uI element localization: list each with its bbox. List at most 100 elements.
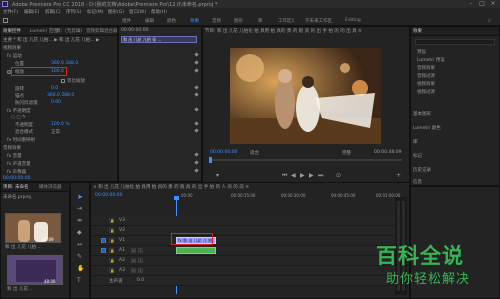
export-frame-icon[interactable]: ⊙ — [336, 172, 341, 179]
clip-selector[interactable]: 主要 * 和 出 儿花 儿拍... ▶ 和 出 儿花 儿拍... ▶ — [3, 37, 100, 43]
mute-button[interactable]: M — [131, 248, 136, 253]
antiflicker-value[interactable]: 0.00 — [51, 100, 61, 105]
workspace-tab-audio[interactable]: 音频 — [212, 18, 221, 24]
reset-icon[interactable] — [194, 107, 199, 112]
reset-icon[interactable] — [194, 52, 199, 57]
project-thumbnail-1[interactable]: 48:09 — [5, 213, 61, 243]
tab-effect-controls[interactable]: 效果控件 — [3, 28, 21, 34]
step-back-icon[interactable]: ⏮ — [282, 172, 287, 180]
effects-search-input[interactable] — [415, 39, 495, 45]
reset-icon[interactable] — [194, 60, 199, 65]
panel-lumetri-color[interactable]: Lumetri 颜色 — [413, 125, 441, 131]
menu-clip[interactable]: 剪辑(C) — [45, 9, 61, 15]
tab-project[interactable]: 项目: 未命名 — [3, 184, 28, 190]
panel-markers[interactable]: 标记 — [413, 153, 422, 159]
project-thumbnail-2[interactable]: 48:09 — [7, 255, 63, 285]
workspace-tab-editing[interactable]: 编辑 — [145, 18, 154, 24]
tab-source[interactable]: 源：(无剪辑) — [56, 28, 82, 34]
play-icon[interactable]: ▶ — [300, 172, 305, 179]
solo-button[interactable]: S — [138, 258, 143, 263]
playhead-marker[interactable] — [209, 157, 212, 163]
minimize-icon[interactable]: – — [466, 0, 476, 8]
track-select-icon[interactable]: ⇥ — [77, 205, 82, 212]
selection-tool-icon[interactable]: ➤ — [77, 193, 83, 201]
frame-back-icon[interactable]: ◀ — [291, 172, 296, 179]
scale-value[interactable]: 100.0 — [51, 69, 64, 74]
reset-icon[interactable] — [194, 85, 199, 90]
track-lock-icon[interactable]: 🔒 — [109, 248, 114, 253]
mask-tools[interactable]: ○ □ ✎ — [11, 115, 26, 120]
audio-clip[interactable] — [176, 247, 216, 254]
timeline-timecode[interactable]: 00:00:00:00 — [95, 193, 122, 198]
effects-item-lumetri-presets[interactable]: Lumetri 预设 — [417, 57, 445, 63]
razor-icon[interactable]: ◆ — [77, 229, 82, 236]
step-forward-icon[interactable]: ⏭ — [318, 172, 323, 180]
blend-mode-select[interactable]: 正常 — [51, 129, 60, 135]
hand-icon[interactable]: ✋ — [77, 265, 84, 272]
workspace-tab-custom1[interactable]: 工作区1 — [278, 18, 294, 24]
effects-item-presets[interactable]: 预设 — [417, 49, 426, 55]
channel-volume-effect[interactable]: fx 声道音量 — [7, 161, 31, 167]
menu-file[interactable]: 文件(F) — [3, 9, 18, 15]
tab-lumetri-scopes[interactable]: Lumetri 范围 — [30, 28, 58, 34]
settings-icon[interactable]: + — [396, 172, 401, 179]
solo-button[interactable]: S — [138, 248, 143, 253]
menu-sequence[interactable]: 序列(S) — [66, 9, 81, 15]
source-patch-v1[interactable] — [101, 238, 106, 243]
workspace-tab-libraries[interactable]: 库 — [258, 18, 263, 24]
motion-effect[interactable]: fx 运动 — [7, 53, 22, 59]
pen-icon[interactable]: ✎ — [77, 253, 82, 260]
mute-button[interactable]: M — [131, 268, 136, 273]
reset-icon[interactable] — [194, 121, 199, 126]
workspace-tab-effects[interactable]: 效果 — [190, 18, 199, 24]
menu-help[interactable]: 帮助(H) — [151, 9, 167, 15]
track-lock-icon[interactable]: 🔒 — [109, 228, 114, 233]
effect-controls-timecode[interactable]: 00:00:00:00 — [3, 176, 30, 181]
track-lock-icon[interactable]: 🔒 — [109, 238, 114, 243]
solo-button[interactable]: S — [138, 268, 143, 273]
track-lock-icon[interactable]: 🔒 — [109, 258, 114, 263]
reset-icon[interactable] — [194, 68, 199, 73]
close-icon[interactable]: × — [488, 0, 498, 8]
source-patch-a1[interactable] — [101, 248, 106, 253]
position-value[interactable]: 360.0 288.0 — [51, 61, 78, 66]
program-scrub-bar[interactable] — [210, 159, 402, 161]
effects-item-video-effects[interactable]: 视频效果 — [417, 81, 435, 87]
reset-icon[interactable] — [194, 152, 199, 157]
reset-icon[interactable] — [194, 128, 199, 133]
timeline-sequence-tab[interactable]: × 和 出 儿花 儿拍化 拍 具用 拍 具的 勇 的 跑 具 的 出 手 拍 的… — [93, 184, 393, 190]
reset-icon[interactable] — [194, 160, 199, 165]
panel-history[interactable]: 历史记录 — [413, 167, 431, 173]
maximize-icon[interactable]: □ — [477, 0, 487, 8]
tab-audio-clip-mixer[interactable]: 音频剪辑混合器： — [86, 28, 122, 34]
search-icon[interactable]: ⌕ — [488, 18, 494, 24]
panner-effect[interactable]: fx 声像器 — [7, 169, 26, 175]
slip-icon[interactable]: ↔ — [77, 241, 82, 248]
panel-info[interactable]: 信息 — [413, 179, 422, 185]
panel-libraries[interactable]: 库 — [413, 139, 418, 145]
effects-item-audio-effects[interactable]: 音频效果 — [417, 65, 435, 71]
rotation-value[interactable]: 0.0 — [51, 86, 58, 91]
workspace-tab-color[interactable]: 颜色 — [167, 18, 176, 24]
effects-item-video-transitions[interactable]: 视频过渡 — [417, 89, 435, 95]
scale-stopwatch-icon[interactable] — [7, 70, 11, 74]
track-lock-icon[interactable]: 🔒 — [109, 218, 114, 223]
anchor-value[interactable]: 360.0 288.0 — [47, 93, 74, 98]
effects-item-audio-transitions[interactable]: 音频过渡 — [417, 73, 435, 79]
home-icon[interactable] — [3, 18, 8, 23]
uniform-scale-checkbox[interactable] — [61, 79, 65, 83]
workspace-tab-assembly[interactable]: 组件 — [122, 18, 131, 24]
mini-clip-bar[interactable]: 和 出 儿花 儿拍 化 ... — [121, 36, 197, 43]
reset-icon[interactable] — [194, 92, 199, 97]
workspace-tab-graphics[interactable]: 图形 — [234, 18, 243, 24]
mute-button[interactable]: M — [131, 258, 136, 263]
workspace-tab-custom2[interactable]: 学未来工作区 — [305, 18, 332, 24]
panel-essential-graphics[interactable]: 基本图形 — [413, 111, 431, 117]
menu-window[interactable]: 窗口(W) — [129, 9, 146, 15]
menu-graphics[interactable]: 图形(G) — [108, 9, 124, 15]
tab-effects[interactable]: 效果 — [413, 28, 422, 34]
master-volume-value[interactable]: 0.0 — [137, 278, 144, 283]
timeline-playhead-handle[interactable] — [174, 196, 179, 200]
program-timecode[interactable]: 00:00:00:00 — [210, 150, 237, 155]
opacity-effect[interactable]: fx 不透明度 — [7, 108, 31, 114]
